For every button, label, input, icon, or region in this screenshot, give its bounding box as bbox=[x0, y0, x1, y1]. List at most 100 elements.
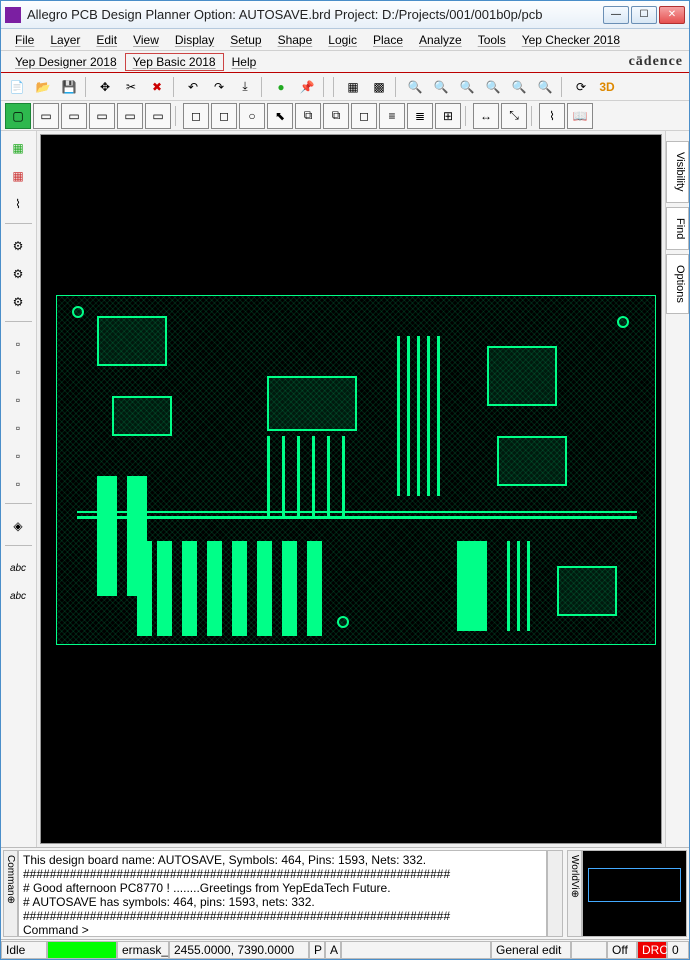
arrow-button[interactable]: ⬉ bbox=[267, 103, 293, 129]
menu-logic[interactable]: Logic bbox=[320, 31, 365, 49]
cut-button[interactable]: ✂ bbox=[119, 75, 143, 99]
comp-wire-button[interactable]: ⌇ bbox=[3, 191, 33, 217]
down-button[interactable]: ⤓ bbox=[233, 75, 257, 99]
menu-setup[interactable]: Setup bbox=[222, 31, 269, 49]
worldview-tab[interactable]: WorldVi⊕ bbox=[567, 850, 582, 937]
comp-red-button[interactable]: ▦ bbox=[3, 163, 33, 189]
pin-button[interactable]: 📌 bbox=[295, 75, 319, 99]
copy1-button[interactable]: ⧉ bbox=[295, 103, 321, 129]
menu-edit[interactable]: Edit bbox=[88, 31, 125, 49]
sphere-button[interactable]: ● bbox=[269, 75, 293, 99]
status-p-button[interactable]: P bbox=[309, 941, 325, 959]
zoom-fit-button[interactable]: 🔍 bbox=[403, 75, 427, 99]
comp-green-button[interactable]: ▦ bbox=[3, 135, 33, 161]
rect5-button[interactable]: ▭ bbox=[145, 103, 171, 129]
separator bbox=[261, 77, 265, 97]
menu-place[interactable]: Place bbox=[365, 31, 411, 49]
right-tab-find[interactable]: Find bbox=[666, 207, 689, 250]
txt-abc2-button[interactable]: abc bbox=[3, 583, 33, 609]
zoom-prev-button[interactable]: 🔍 bbox=[507, 75, 531, 99]
new-icon: 📄 bbox=[10, 80, 25, 94]
txt-abc-button[interactable]: abc bbox=[3, 555, 33, 581]
menu-analyze[interactable]: Analyze bbox=[411, 31, 470, 49]
3d-button[interactable]: 3D bbox=[595, 75, 619, 99]
sq2-button[interactable]: ◻ bbox=[211, 103, 237, 129]
rect1-button[interactable]: ▭ bbox=[33, 103, 59, 129]
menu-view[interactable]: View bbox=[125, 31, 167, 49]
menu-display[interactable]: Display bbox=[167, 31, 222, 49]
zoom-in-button[interactable]: 🔍 bbox=[429, 75, 453, 99]
status-edit-mode[interactable]: General edit bbox=[491, 941, 571, 959]
copy2-button[interactable]: ⧉ bbox=[323, 103, 349, 129]
menu-yep-basic-2018[interactable]: Yep Basic 2018 bbox=[125, 53, 224, 71]
route-button[interactable]: ⌇ bbox=[539, 103, 565, 129]
rect1-icon: ▭ bbox=[40, 109, 51, 123]
zoom-sel-button[interactable]: 🔍 bbox=[533, 75, 557, 99]
refresh-button[interactable]: ⟳ bbox=[569, 75, 593, 99]
conn-button[interactable]: ◈ bbox=[3, 513, 33, 539]
right-tab-visibility[interactable]: Visibility bbox=[666, 141, 689, 203]
maximize-button[interactable]: ☐ bbox=[631, 6, 657, 24]
right-tab-options[interactable]: Options bbox=[666, 254, 689, 314]
undo-button[interactable]: ↶ bbox=[181, 75, 205, 99]
delete-button[interactable]: ✖ bbox=[145, 75, 169, 99]
sq1-button[interactable]: ◻ bbox=[183, 103, 209, 129]
comp-wire-icon: ⌇ bbox=[15, 197, 21, 211]
book-button[interactable]: 📖 bbox=[567, 103, 593, 129]
grp-button[interactable]: ⊞ bbox=[435, 103, 461, 129]
align1-button[interactable]: ≡ bbox=[379, 103, 405, 129]
console-line: Command > bbox=[23, 923, 542, 937]
save-button[interactable]: 💾 bbox=[57, 75, 81, 99]
console-scrollbar[interactable] bbox=[547, 850, 563, 937]
zoom-out-button[interactable]: 🔍 bbox=[455, 75, 479, 99]
menu-layer[interactable]: Layer bbox=[42, 31, 88, 49]
zoom-world-button[interactable]: 🔍 bbox=[481, 75, 505, 99]
status-spacer2 bbox=[571, 941, 607, 959]
rect3-button[interactable]: ▭ bbox=[89, 103, 115, 129]
move-button[interactable]: ✥ bbox=[93, 75, 117, 99]
sq3-button[interactable]: ◻ bbox=[351, 103, 377, 129]
open-button[interactable]: 📂 bbox=[31, 75, 55, 99]
dim-diag-button[interactable]: ⤡ bbox=[501, 103, 527, 129]
align2-button[interactable]: ≣ bbox=[407, 103, 433, 129]
extents-green-button[interactable]: ▢ bbox=[5, 103, 31, 129]
new-button[interactable]: 📄 bbox=[5, 75, 29, 99]
tool-c-button[interactable]: ⚙ bbox=[3, 289, 33, 315]
grid2-button[interactable]: ▩ bbox=[367, 75, 391, 99]
g3-button[interactable]: ▫ bbox=[3, 387, 33, 413]
menu-tools[interactable]: Tools bbox=[470, 31, 514, 49]
grid1-button[interactable]: ▦ bbox=[341, 75, 365, 99]
tool-b-button[interactable]: ⚙ bbox=[3, 261, 33, 287]
g6-button[interactable]: ▫ bbox=[3, 471, 33, 497]
menu-file[interactable]: File bbox=[7, 31, 42, 49]
dim-h-button[interactable]: ↔ bbox=[473, 103, 499, 129]
menu-yep-checker-2018[interactable]: Yep Checker 2018 bbox=[514, 31, 628, 49]
g5-button[interactable]: ▫ bbox=[3, 443, 33, 469]
separator bbox=[333, 77, 337, 97]
menu-shape[interactable]: Shape bbox=[270, 31, 321, 49]
close-button[interactable]: ✕ bbox=[659, 6, 685, 24]
minimize-button[interactable]: — bbox=[603, 6, 629, 24]
zoom-prev-icon: 🔍 bbox=[512, 80, 527, 94]
circle-button[interactable]: ○ bbox=[239, 103, 265, 129]
rect2-button[interactable]: ▭ bbox=[61, 103, 87, 129]
redo-button[interactable]: ↷ bbox=[207, 75, 231, 99]
design-canvas[interactable] bbox=[40, 134, 662, 844]
g4-button[interactable]: ▫ bbox=[3, 415, 33, 441]
g2-button[interactable]: ▫ bbox=[3, 359, 33, 385]
status-layer[interactable]: ermask_ bbox=[117, 941, 169, 959]
status-onoff[interactable]: Off bbox=[607, 941, 637, 959]
tool-a-button[interactable]: ⚙ bbox=[3, 233, 33, 259]
g1-button[interactable]: ▫ bbox=[3, 331, 33, 357]
menu-yep-designer-2018[interactable]: Yep Designer 2018 bbox=[7, 53, 125, 71]
g5-icon: ▫ bbox=[16, 449, 20, 463]
worldview-canvas[interactable] bbox=[582, 850, 687, 937]
status-drc[interactable]: DRC bbox=[637, 941, 667, 959]
zoom-fit-icon: 🔍 bbox=[408, 80, 423, 94]
status-a-button[interactable]: A bbox=[325, 941, 341, 959]
grp-icon: ⊞ bbox=[443, 109, 453, 123]
menu-help[interactable]: Help bbox=[224, 53, 265, 71]
console-tab[interactable]: Comman⊕ bbox=[3, 850, 18, 937]
rect4-button[interactable]: ▭ bbox=[117, 103, 143, 129]
console-output[interactable]: This design board name: AUTOSAVE, Symbol… bbox=[18, 850, 547, 937]
